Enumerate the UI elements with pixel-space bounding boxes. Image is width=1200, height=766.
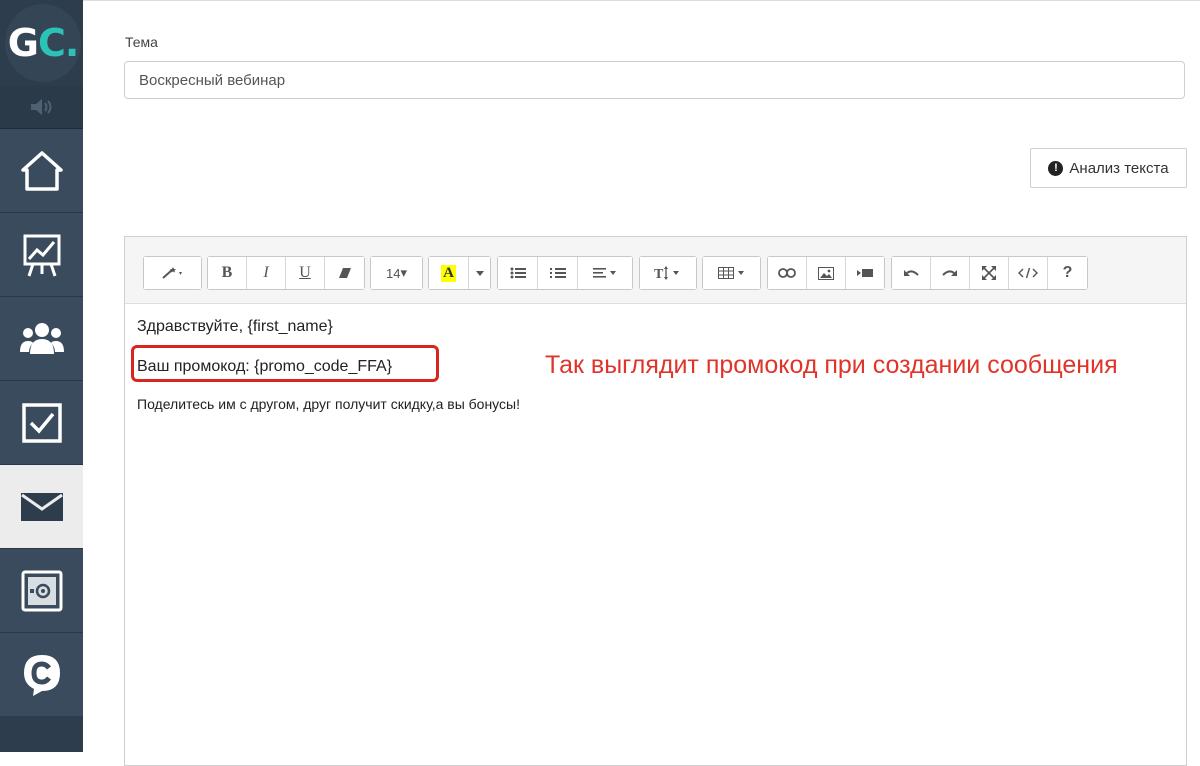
font-size-dropdown[interactable]: 14 ▾ [371,257,422,289]
highlight-color-button[interactable]: A [429,257,469,289]
insert-link-button[interactable] [768,257,807,289]
redo-button[interactable] [931,257,970,289]
speaker-icon [30,99,51,115]
svg-text:T: T [654,267,664,280]
promo-code-highlight-box [131,345,439,382]
link-icon [778,268,796,278]
toolbar-group-paragraph [497,256,633,290]
eraser-icon [338,268,351,278]
sidebar-item-chat[interactable] [0,633,83,717]
undo-button[interactable] [892,257,931,289]
caret-down-icon [475,270,484,276]
underline-button[interactable]: U [286,257,325,289]
mail-icon [20,492,63,521]
undo-icon [904,270,919,276]
analyze-text-button[interactable]: ! Анализ текста [1030,148,1187,188]
chat-icon [23,654,60,696]
toolbar-group-lineheight: T [639,256,697,290]
table-icon [717,267,744,279]
sidebar-item-home[interactable] [0,129,83,213]
insert-image-button[interactable] [807,257,846,289]
analyze-text-label: Анализ текста [1069,159,1169,177]
toolbar-group-table [702,256,761,290]
redo-icon [942,270,957,276]
clear-format-button[interactable] [325,257,364,289]
italic-button[interactable]: I [247,257,286,289]
safe-icon [21,570,62,611]
image-icon [818,266,834,280]
align-dropdown[interactable] [578,257,632,289]
sidebar-bottom [0,716,83,752]
line-height-dropdown[interactable]: T [640,257,696,289]
sidebar-item-users[interactable] [0,297,83,381]
highlight-color-dropdown[interactable] [469,257,490,289]
insert-video-button[interactable] [846,257,884,289]
code-view-button[interactable] [1009,257,1048,289]
chart-icon [23,234,60,276]
sidebar-item-tasks[interactable] [0,381,83,465]
greeting-line: Здравствуйте, {first_name} [137,318,333,335]
highlight-letter: A [441,264,456,282]
toolbar-group-insert [767,256,885,290]
numbered-list-button[interactable] [538,257,578,289]
numbered-list-icon [549,268,566,278]
bullet-list-button[interactable] [498,257,538,289]
bold-button[interactable]: B [208,257,247,289]
code-icon [1018,267,1038,279]
logo-text-accent: C. [37,21,79,65]
toolbar-group-color: A [428,256,491,290]
share-line: Поделитесь им с другом, друг получит ски… [137,396,520,412]
toolbar-group-misc: ? [891,256,1088,290]
toolbar-group-fontsize: 14 ▾ [370,256,423,290]
align-left-icon [593,268,616,278]
subject-input[interactable] [124,61,1185,99]
text-height-icon: T [654,266,679,280]
font-size-value: 14 [386,265,401,281]
font-size-caret: ▾ [400,265,407,280]
video-icon [857,269,873,277]
magic-wand-button[interactable] [144,257,201,289]
help-button[interactable]: ? [1048,257,1087,289]
sidebar-item-analytics[interactable] [0,213,83,297]
sidebar-item-safe[interactable] [0,549,83,633]
sound-toggle[interactable] [0,86,83,129]
subject-label: Тема [125,34,158,50]
sidebar-item-messages[interactable] [0,465,83,549]
magic-wand-icon [161,267,182,279]
fullscreen-icon [982,266,996,280]
top-divider [83,0,1200,1]
bullet-list-icon [510,267,526,279]
home-icon [20,150,63,191]
checkbox-icon [21,402,62,443]
annotation-text: Так выглядит промокод при создании сообщ… [545,351,1118,379]
users-icon [19,322,64,354]
message-editor: B I U 14 ▾ A T ? Здравствуйте, {first_na… [124,236,1187,766]
logo-text: GC. [7,21,80,65]
exclamation-icon: ! [1048,160,1064,176]
toolbar-group-style [143,256,202,290]
editor-toolbar: B I U 14 ▾ A T ? [125,237,1186,304]
sidebar: GC. [0,0,83,752]
logo-text-main: G [7,21,39,65]
fullscreen-button[interactable] [970,257,1009,289]
table-dropdown[interactable] [703,257,760,289]
logo[interactable]: GC. [5,4,81,82]
toolbar-group-format: B I U [207,256,365,290]
